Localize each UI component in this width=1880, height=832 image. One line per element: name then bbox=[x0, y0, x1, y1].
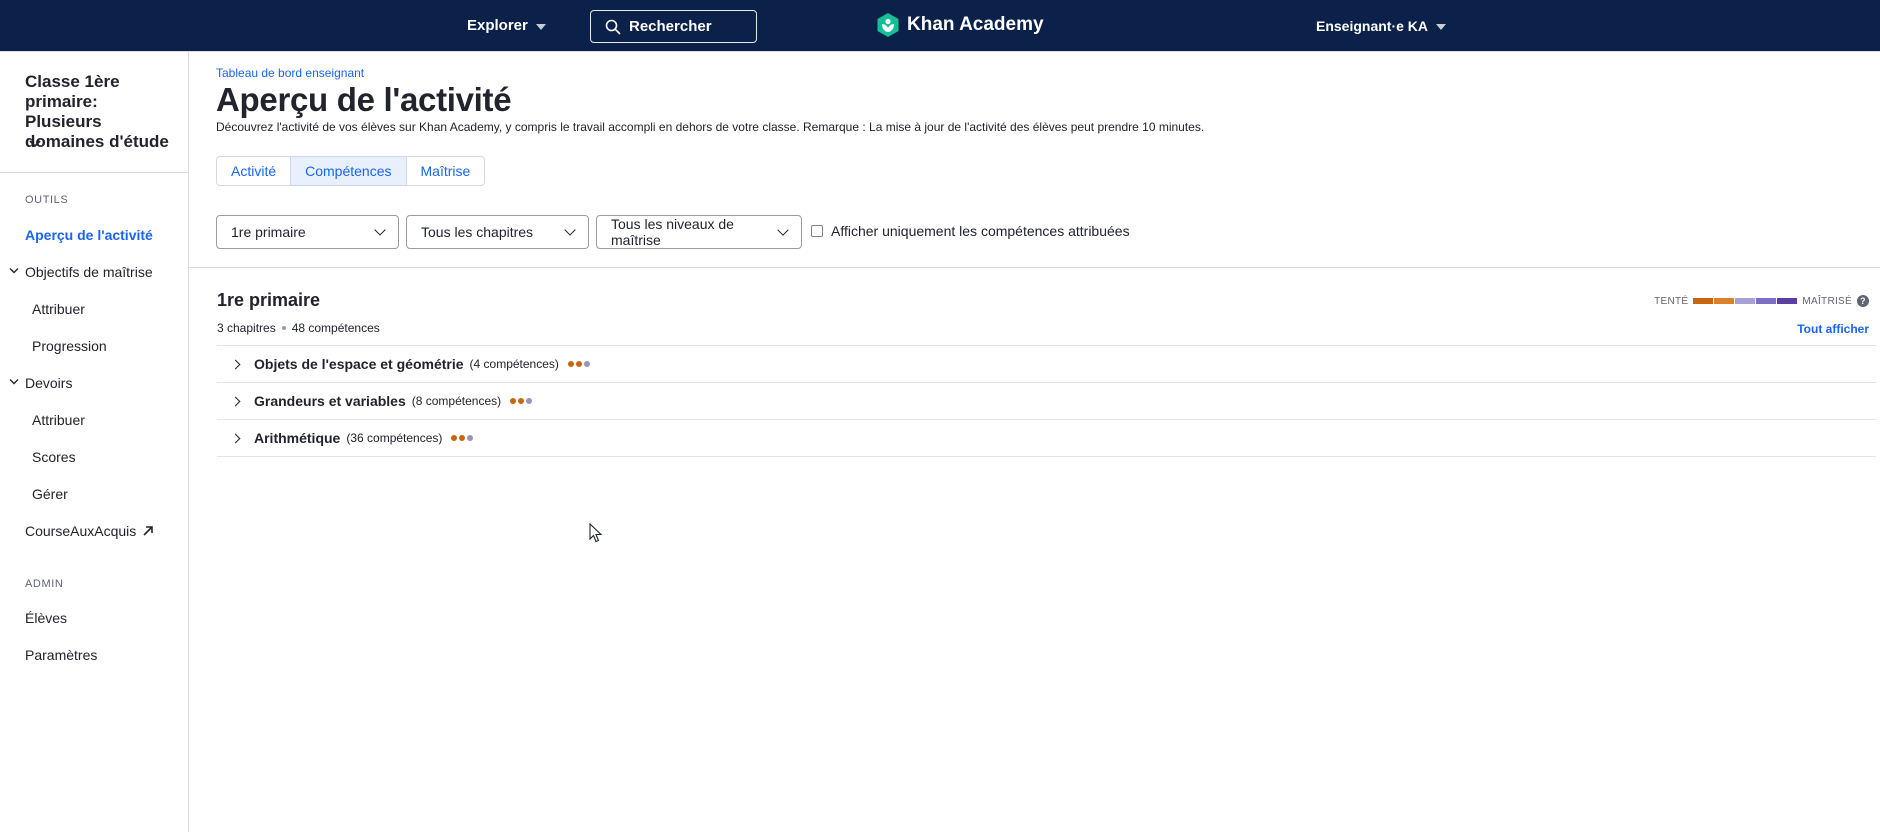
sidebar-item-assignments[interactable]: Devoirs bbox=[9, 375, 73, 391]
admin-section-heading: ADMIN bbox=[25, 578, 64, 590]
help-icon[interactable]: ? bbox=[1857, 295, 1869, 307]
grade-select[interactable]: 1re primaire bbox=[216, 215, 399, 249]
tools-section-heading: OUTILS bbox=[25, 194, 69, 206]
sidebar-item-mastery-goals[interactable]: Objectifs de maîtrise bbox=[9, 264, 153, 280]
sidebar-item-progress[interactable]: Progression bbox=[32, 338, 107, 354]
show-all-link[interactable]: Tout afficher bbox=[1797, 322, 1869, 336]
assigned-only-label[interactable]: Afficher uniquement les compétences attr… bbox=[831, 223, 1130, 239]
progress-dot bbox=[510, 398, 517, 404]
skills-count: 48 compétences bbox=[291, 321, 380, 335]
sidebar-item-manage[interactable]: Gérer bbox=[32, 486, 68, 502]
legend-attempted-label: TENTÉ bbox=[1654, 295, 1689, 307]
legend-swatch bbox=[1777, 298, 1798, 304]
chapter-name: Objets de l'espace et géométrie bbox=[254, 356, 464, 372]
caret-down-icon bbox=[535, 23, 546, 30]
progress-dot bbox=[518, 398, 525, 404]
legend-color-scale bbox=[1693, 298, 1798, 304]
progress-dot bbox=[575, 361, 582, 367]
chapters-count: 3 chapitres bbox=[217, 321, 276, 335]
progress-dot bbox=[526, 398, 533, 404]
chapters-select-value: Tous les chapitres bbox=[421, 224, 534, 240]
chapter-progress-dots bbox=[451, 435, 474, 441]
chapter-progress-dots bbox=[510, 398, 533, 404]
chapter-skill-count: (36 compétences) bbox=[346, 431, 443, 445]
explore-label: Explorer bbox=[467, 17, 528, 34]
legend-mastered-label: MAÎTRISÉ bbox=[1802, 295, 1852, 307]
progress-dot bbox=[459, 435, 466, 441]
sidebar-divider bbox=[0, 172, 188, 173]
sidebar-item-students[interactable]: Élèves bbox=[25, 610, 67, 626]
legend-swatch bbox=[1714, 298, 1735, 304]
chevron-down-icon bbox=[374, 224, 386, 236]
tab-activity[interactable]: Activité bbox=[216, 156, 292, 186]
progress-dot bbox=[467, 435, 474, 441]
top-navigation-bar: Explorer Rechercher Khan Academy Enseign… bbox=[0, 0, 1880, 52]
class-title: Classe 1ère primaire: Plusieurs domaines… bbox=[25, 72, 169, 151]
legend-swatch bbox=[1756, 298, 1777, 304]
sidebar-item-label: Objectifs de maîtrise bbox=[25, 264, 153, 280]
logo-text: Khan Academy bbox=[907, 14, 1044, 35]
sidebar-item-activity-overview[interactable]: Aperçu de l'activité bbox=[25, 227, 153, 243]
chevron-right-icon bbox=[230, 396, 241, 406]
progress-dot bbox=[567, 361, 574, 367]
chapters-select[interactable]: Tous les chapitres bbox=[406, 215, 589, 249]
chevron-right-icon bbox=[230, 433, 241, 443]
assigned-only-checkbox[interactable] bbox=[811, 225, 823, 237]
search-icon bbox=[605, 19, 621, 34]
legend-swatch bbox=[1735, 298, 1756, 304]
user-label: Enseignant·e KA bbox=[1316, 18, 1429, 34]
chapter-list: Objets de l'espace et géométrie (4 compé… bbox=[217, 345, 1876, 457]
breadcrumb[interactable]: Tableau de bord enseignant bbox=[216, 66, 364, 80]
chevron-down-icon bbox=[9, 268, 19, 274]
search-placeholder: Rechercher bbox=[629, 18, 712, 35]
sidebar-item-courseauxacquis[interactable]: CourseAuxAcquis bbox=[25, 523, 154, 539]
mouse-cursor-icon bbox=[589, 523, 603, 543]
khan-academy-logo-icon bbox=[877, 13, 899, 37]
progress-dot bbox=[583, 361, 590, 367]
chevron-right-icon bbox=[230, 359, 241, 369]
sidebar-item-label: Devoirs bbox=[25, 375, 73, 391]
chapter-name: Grandeurs et variables bbox=[254, 393, 406, 409]
sidebar-item-label: CourseAuxAcquis bbox=[25, 523, 137, 539]
user-menu-button[interactable]: Enseignant·e KA bbox=[1316, 18, 1447, 34]
sidebar-item-assignments-assign[interactable]: Attribuer bbox=[32, 412, 85, 428]
progress-dot bbox=[451, 435, 458, 441]
tab-skills[interactable]: Compétences bbox=[290, 156, 407, 186]
page-title: Aperçu de l'activité bbox=[216, 81, 512, 118]
sidebar-item-settings[interactable]: Paramètres bbox=[25, 647, 97, 663]
chevron-down-icon bbox=[29, 140, 41, 148]
grade-section-meta: 3 chapitres 48 compétences bbox=[217, 321, 380, 335]
legend-swatch bbox=[1693, 298, 1714, 304]
chapter-skill-count: (8 compétences) bbox=[411, 394, 502, 408]
section-divider bbox=[189, 267, 1880, 268]
main-content: Tableau de bord enseignant Aperçu de l'a… bbox=[189, 52, 1880, 832]
chevron-down-icon bbox=[9, 379, 19, 385]
separator-dot bbox=[281, 326, 286, 330]
assigned-only-option: Afficher uniquement les compétences attr… bbox=[811, 223, 1130, 239]
chapter-row[interactable]: Objets de l'espace et géométrie (4 compé… bbox=[217, 345, 1876, 382]
grade-select-value: 1re primaire bbox=[231, 224, 306, 240]
page-description: Découvrez l'activité de vos élèves sur K… bbox=[216, 120, 1205, 134]
chapter-progress-dots bbox=[567, 361, 590, 367]
chapter-row[interactable]: Arithmétique (36 compétences) bbox=[217, 419, 1876, 457]
chapter-name: Arithmétique bbox=[254, 430, 341, 446]
mastery-level-select-value: Tous les niveaux de maîtrise bbox=[611, 216, 734, 248]
chevron-down-icon bbox=[564, 224, 576, 236]
external-link-icon bbox=[143, 526, 154, 536]
caret-down-icon bbox=[1436, 24, 1447, 30]
grade-section-title: 1re primaire bbox=[217, 290, 321, 310]
chapter-row[interactable]: Grandeurs et variables (8 compétences) bbox=[217, 382, 1876, 419]
sidebar-item-scores[interactable]: Scores bbox=[32, 449, 76, 465]
class-switcher-button[interactable] bbox=[28, 136, 42, 154]
sidebar-item-mastery-assign[interactable]: Attribuer bbox=[32, 301, 85, 317]
explore-menu-button[interactable]: Explorer bbox=[467, 17, 546, 34]
search-input[interactable]: Rechercher bbox=[590, 10, 757, 43]
mastery-level-select[interactable]: Tous les niveaux de maîtrise bbox=[596, 215, 802, 249]
chapter-skill-count: (4 compétences) bbox=[469, 357, 559, 371]
view-tabs: Activité Compétences Maîtrise bbox=[216, 156, 486, 186]
khan-academy-logo[interactable]: Khan Academy bbox=[877, 13, 1044, 37]
sidebar: Classe 1ère primaire: Plusieurs domaines… bbox=[0, 52, 189, 832]
mastery-legend: TENTÉ MAÎTRISÉ ? bbox=[1654, 295, 1869, 307]
tab-mastery[interactable]: Maîtrise bbox=[405, 156, 486, 186]
